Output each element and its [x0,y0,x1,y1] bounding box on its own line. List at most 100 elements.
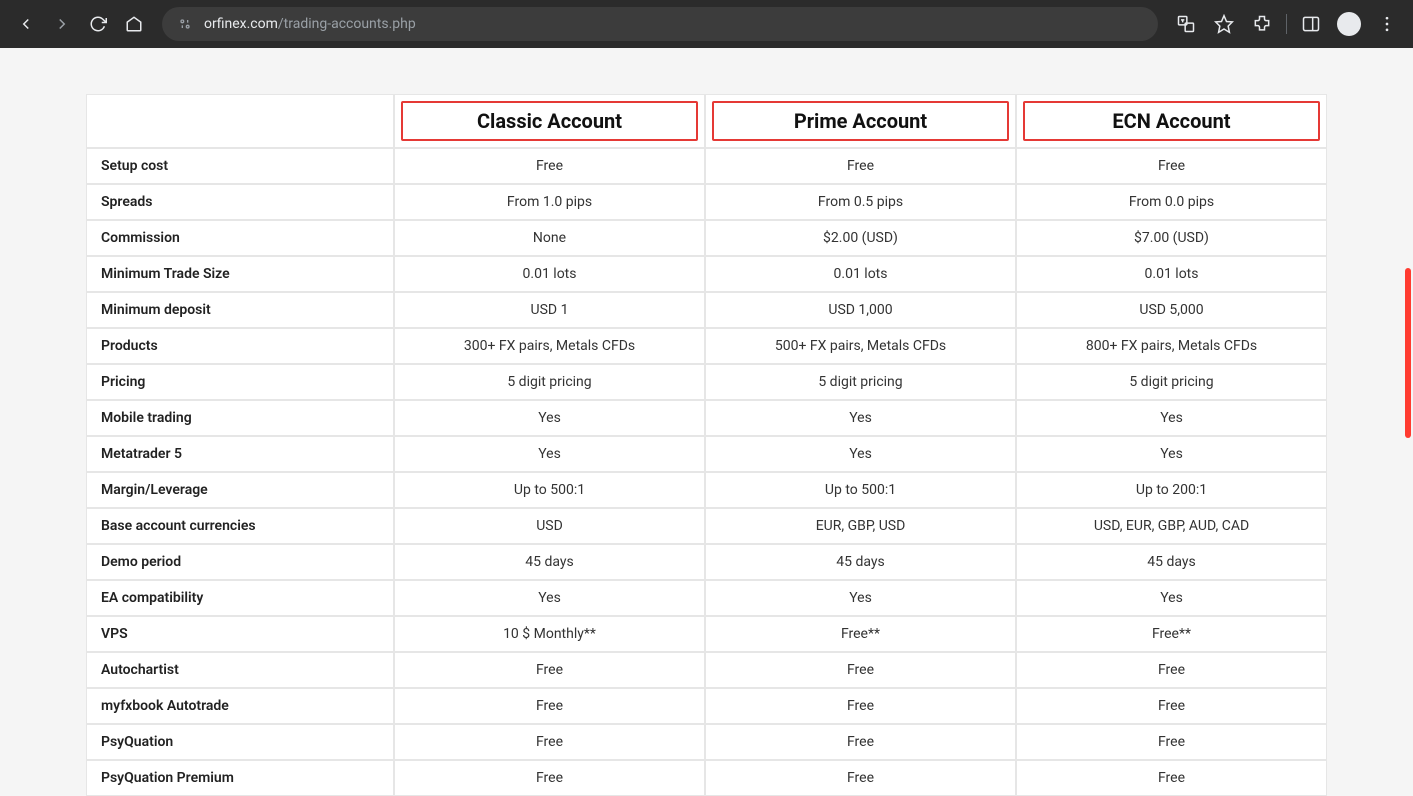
cell: 300+ FX pairs, Metals CFDs [394,328,705,364]
row-label: Base account currencies [86,508,394,544]
cell: USD, EUR, GBP, AUD, CAD [1016,508,1327,544]
table-row: myfxbook AutotradeFreeFreeFree [86,688,1327,724]
header-classic: Classic Account [394,94,705,148]
cell: Free [394,688,705,724]
toolbar-divider [1286,14,1287,34]
cell: 500+ FX pairs, Metals CFDs [705,328,1016,364]
cell: 0.01 lots [1016,256,1327,292]
extensions-icon[interactable] [1248,10,1276,38]
cell: Free [1016,724,1327,760]
cell: Up to 500:1 [394,472,705,508]
cell: Free [705,652,1016,688]
cell: 10 $ Monthly** [394,616,705,652]
cell: Yes [1016,400,1327,436]
cell: USD 1 [394,292,705,328]
bookmark-star-icon[interactable] [1210,10,1238,38]
cell: Up to 500:1 [705,472,1016,508]
cell: Yes [394,400,705,436]
header-ecn-label: ECN Account [1112,109,1230,133]
cell: 5 digit pricing [705,364,1016,400]
table-row: PsyQuationFreeFreeFree [86,724,1327,760]
header-empty [86,94,394,148]
table-row: CommissionNone$2.00 (USD)$7.00 (USD) [86,220,1327,256]
cell: Up to 200:1 [1016,472,1327,508]
row-label: Demo period [86,544,394,580]
cell: USD [394,508,705,544]
row-label: Setup cost [86,148,394,184]
table-row: Margin/LeverageUp to 500:1Up to 500:1Up … [86,472,1327,508]
url-text: orfinex.com/trading-accounts.php [204,16,416,32]
row-label: Autochartist [86,652,394,688]
table-row: Pricing5 digit pricing5 digit pricing5 d… [86,364,1327,400]
table-row: Demo period45 days45 days45 days [86,544,1327,580]
row-label: Metatrader 5 [86,436,394,472]
table-row: Products300+ FX pairs, Metals CFDs500+ F… [86,328,1327,364]
cell: $7.00 (USD) [1016,220,1327,256]
cell: Free [1016,688,1327,724]
reload-button[interactable] [84,10,112,38]
header-prime-label: Prime Account [794,109,927,133]
table-row: EA compatibilityYesYesYes [86,580,1327,616]
cell: From 0.5 pips [705,184,1016,220]
cell: Free [705,688,1016,724]
cell: $2.00 (USD) [705,220,1016,256]
back-button[interactable] [12,10,40,38]
forward-button[interactable] [48,10,76,38]
profile-avatar[interactable] [1335,10,1363,38]
url-path: /trading-accounts.php [278,16,416,32]
table-row: Base account currenciesUSDEUR, GBP, USDU… [86,508,1327,544]
cell: Free [1016,148,1327,184]
cell: Free [394,148,705,184]
cell: From 0.0 pips [1016,184,1327,220]
url-host: orfinex.com [204,16,278,32]
translate-icon[interactable] [1172,10,1200,38]
row-label: Products [86,328,394,364]
cell: 0.01 lots [705,256,1016,292]
cell: Yes [705,400,1016,436]
home-button[interactable] [120,10,148,38]
row-label: PsyQuation [86,724,394,760]
row-label: VPS [86,616,394,652]
cell: From 1.0 pips [394,184,705,220]
table-row: Setup costFreeFreeFree [86,148,1327,184]
row-label: EA compatibility [86,580,394,616]
site-info-icon[interactable] [176,15,194,33]
row-label: Minimum Trade Size [86,256,394,292]
cell: 0.01 lots [394,256,705,292]
cell: 45 days [394,544,705,580]
cell: Free [394,652,705,688]
comparison-table: Classic Account Prime Account ECN Accoun… [86,94,1327,796]
cell: Yes [394,436,705,472]
table-row: Minimum Trade Size0.01 lots0.01 lots0.01… [86,256,1327,292]
cell: Free [705,148,1016,184]
row-label: Spreads [86,184,394,220]
cell: Free [705,724,1016,760]
table-row: VPS10 $ Monthly**Free**Free** [86,616,1327,652]
kebab-menu-icon[interactable] [1373,10,1401,38]
cell: Free [1016,652,1327,688]
header-prime: Prime Account [705,94,1016,148]
table-row: Mobile tradingYesYesYes [86,400,1327,436]
cell: Yes [1016,580,1327,616]
row-label: Pricing [86,364,394,400]
table-row: Metatrader 5YesYesYes [86,436,1327,472]
cell: 800+ FX pairs, Metals CFDs [1016,328,1327,364]
cell: Free** [705,616,1016,652]
table-body: Setup costFreeFreeFreeSpreadsFrom 1.0 pi… [86,148,1327,796]
cell: USD 1,000 [705,292,1016,328]
row-label: Mobile trading [86,400,394,436]
row-label: myfxbook Autotrade [86,688,394,724]
row-label: Minimum deposit [86,292,394,328]
row-label: Commission [86,220,394,256]
cell: Yes [705,436,1016,472]
cell: Free** [1016,616,1327,652]
cell: 5 digit pricing [394,364,705,400]
cell: Yes [705,580,1016,616]
cell: EUR, GBP, USD [705,508,1016,544]
cell: 45 days [705,544,1016,580]
cell: Free [394,724,705,760]
address-bar[interactable]: orfinex.com/trading-accounts.php [162,7,1158,41]
scroll-indicator [1405,268,1411,438]
header-ecn: ECN Account [1016,94,1327,148]
side-panel-icon[interactable] [1297,10,1325,38]
